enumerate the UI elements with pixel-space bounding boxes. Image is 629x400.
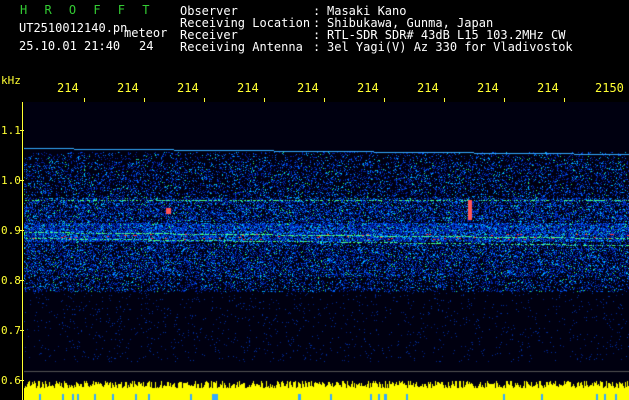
mode-label: meteor [124, 26, 168, 40]
x-tick-label: 214 [117, 81, 139, 95]
y-axis-line [22, 102, 23, 400]
x-tick-label: 214 [417, 81, 439, 95]
x-tick-label: 214 [177, 81, 199, 95]
x-tick-label: 214 [477, 81, 499, 95]
y-tick-label: 0.8 [1, 274, 21, 287]
y-tick-label: 1.1 [1, 124, 21, 137]
y-unit-label: kHz [1, 74, 21, 87]
y-tick-label: 0.7 [1, 324, 21, 337]
app-brand: H R O F F T [20, 3, 155, 17]
x-tick-label: 214 [237, 81, 259, 95]
antenna-value: 3el Yagi(V) Az 330 for Vladivostok [327, 40, 573, 54]
antenna-label: Receiving Antenna [180, 40, 303, 54]
x-tick-label: 2150 [595, 81, 624, 95]
y-tick-label: 1.0 [1, 174, 21, 187]
x-tick-label: 214 [57, 81, 79, 95]
spectrogram-image [24, 102, 629, 400]
y-tick-label: 0.9 [1, 224, 21, 237]
date-time: 25.10.01 21:40 [19, 39, 121, 53]
spectrogram-window: H R O F F T UT2510012140.pn meteor 25.10… [0, 0, 629, 400]
y-tick-label: 0.6 [1, 374, 21, 387]
meteor-count: 24 [139, 39, 154, 53]
x-tick-label: 214 [537, 81, 559, 95]
x-tick-label: 214 [357, 81, 379, 95]
x-tick-label: 214 [297, 81, 319, 95]
file-name: UT2510012140.pn [19, 21, 128, 35]
antenna-sep: : [313, 40, 321, 54]
